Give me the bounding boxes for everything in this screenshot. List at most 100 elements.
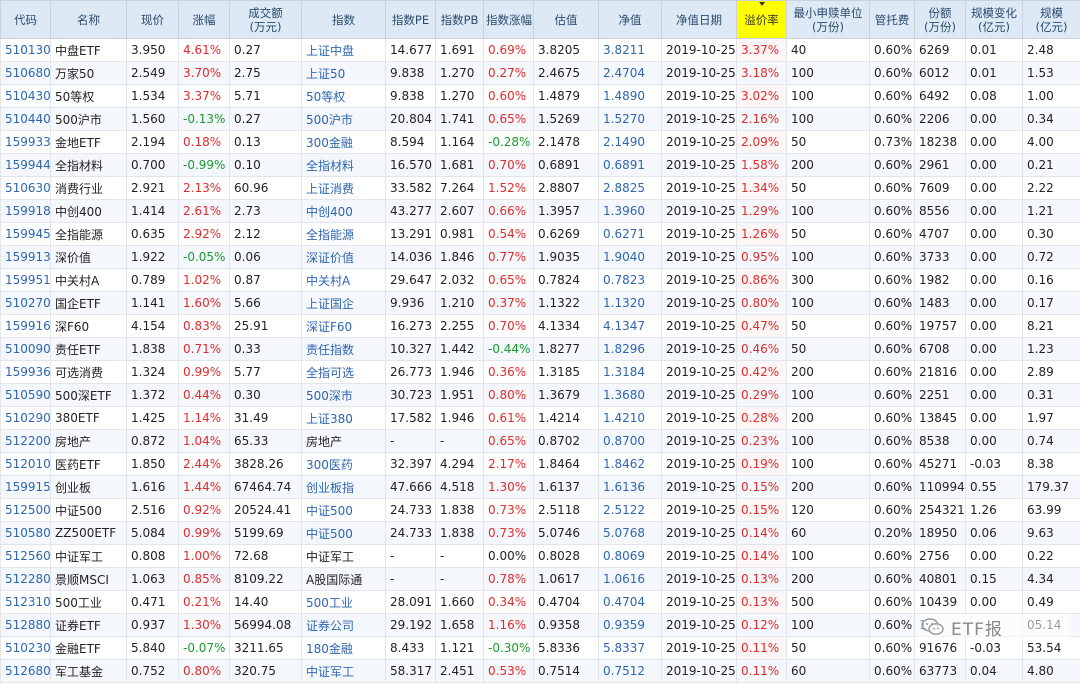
table-row[interactable]: 159918中创4001.4142.61%2.73中创40043.2772.60… <box>1 200 1080 223</box>
cell-code[interactable]: 159918 <box>1 200 51 223</box>
cell-code[interactable]: 159915 <box>1 476 51 499</box>
table-row[interactable]: 510630消费行业2.9212.13%60.96上证消费33.5827.264… <box>1 177 1080 200</box>
cell-code[interactable]: 510440 <box>1 108 51 131</box>
header-index-pe[interactable]: 指数PE <box>386 1 436 39</box>
cell-nav[interactable]: 0.6891 <box>599 154 662 177</box>
cell-index[interactable]: 中证500 <box>302 499 386 522</box>
header-premium[interactable]: 溢价率 <box>737 1 787 39</box>
header-scale-change[interactable]: 规模变化(亿元) <box>966 1 1023 39</box>
cell-code[interactable]: 510130 <box>1 39 51 62</box>
table-row[interactable]: 510590500深ETF1.3720.44%0.30500深市30.7231.… <box>1 384 1080 407</box>
cell-nav[interactable]: 1.8462 <box>599 453 662 476</box>
header-nav[interactable]: 净值 <box>599 1 662 39</box>
cell-index[interactable]: 责任指数 <box>302 338 386 361</box>
table-row[interactable]: 159916深F604.1540.83%25.91深证F6016.2732.25… <box>1 315 1080 338</box>
cell-code[interactable]: 159944 <box>1 154 51 177</box>
header-scale[interactable]: 规模(亿元) <box>1023 1 1080 39</box>
cell-nav[interactable]: 0.7823 <box>599 269 662 292</box>
cell-code[interactable]: 159945 <box>1 223 51 246</box>
table-row[interactable]: 512680军工基金0.7520.80%320.75中证军工58.3172.45… <box>1 660 1080 683</box>
cell-index[interactable]: 全指可选 <box>302 361 386 384</box>
cell-code[interactable]: 512010 <box>1 453 51 476</box>
cell-code[interactable]: 512280 <box>1 568 51 591</box>
cell-code[interactable]: 512680 <box>1 660 51 683</box>
cell-index[interactable]: 500沪市 <box>302 108 386 131</box>
header-code[interactable]: 代码 <box>1 1 51 39</box>
cell-nav[interactable]: 1.8296 <box>599 338 662 361</box>
cell-nav[interactable]: 2.1490 <box>599 131 662 154</box>
cell-nav[interactable]: 0.8700 <box>599 430 662 453</box>
header-name[interactable]: 名称 <box>51 1 127 39</box>
cell-nav[interactable]: 1.6136 <box>599 476 662 499</box>
cell-nav[interactable]: 3.8211 <box>599 39 662 62</box>
cell-code[interactable]: 510590 <box>1 384 51 407</box>
cell-nav[interactable]: 1.4210 <box>599 407 662 430</box>
cell-code[interactable]: 510680 <box>1 62 51 85</box>
cell-nav[interactable]: 5.8337 <box>599 637 662 660</box>
cell-index[interactable]: 上证国企 <box>302 292 386 315</box>
cell-code[interactable]: 510230 <box>1 637 51 660</box>
cell-index[interactable]: 180金融 <box>302 637 386 660</box>
cell-nav[interactable]: 5.0768 <box>599 522 662 545</box>
table-row[interactable]: 159913深价值1.922-0.05%0.06深证价值14.0361.8460… <box>1 246 1080 269</box>
cell-code[interactable]: 159936 <box>1 361 51 384</box>
table-row[interactable]: 512010医药ETF1.8502.44%3828.26300医药32.3974… <box>1 453 1080 476</box>
cell-nav[interactable]: 0.7512 <box>599 660 662 683</box>
header-index-change[interactable]: 指数涨幅 <box>484 1 534 39</box>
table-row[interactable]: 159915创业板1.6161.44%67464.74创业板指47.6664.5… <box>1 476 1080 499</box>
cell-nav[interactable]: 1.3960 <box>599 200 662 223</box>
cell-nav[interactable]: 1.3184 <box>599 361 662 384</box>
header-shares[interactable]: 份额(万份) <box>915 1 966 39</box>
table-row[interactable]: 510130中盘ETF3.9504.61%0.27上证中盘14.6771.691… <box>1 39 1080 62</box>
cell-code[interactable]: 159951 <box>1 269 51 292</box>
cell-index[interactable]: 500深市 <box>302 384 386 407</box>
table-row[interactable]: 510290380ETF1.4251.14%31.49上证38017.5821.… <box>1 407 1080 430</box>
header-nav-date[interactable]: 净值日期 <box>662 1 737 39</box>
table-row[interactable]: 510090责任ETF1.8380.71%0.33责任指数10.3271.442… <box>1 338 1080 361</box>
cell-nav[interactable]: 4.1347 <box>599 315 662 338</box>
cell-code[interactable]: 510430 <box>1 85 51 108</box>
table-row[interactable]: 510270国企ETF1.1411.60%5.66上证国企9.9361.2100… <box>1 292 1080 315</box>
table-row[interactable]: 512500中证5002.5160.92%20524.41中证50024.733… <box>1 499 1080 522</box>
table-row[interactable]: 512560中证军工0.8081.00%72.68中证军工--0.00%0.80… <box>1 545 1080 568</box>
cell-index[interactable]: 中关村A <box>302 269 386 292</box>
cell-nav[interactable]: 0.9359 <box>599 614 662 637</box>
cell-index[interactable]: 深证F60 <box>302 315 386 338</box>
cell-nav[interactable]: 0.8069 <box>599 545 662 568</box>
cell-code[interactable]: 510090 <box>1 338 51 361</box>
cell-code[interactable]: 512500 <box>1 499 51 522</box>
cell-nav[interactable]: 2.4704 <box>599 62 662 85</box>
cell-index[interactable]: A股国际通 <box>302 568 386 591</box>
cell-nav[interactable]: 1.3680 <box>599 384 662 407</box>
cell-index[interactable]: 中证500 <box>302 522 386 545</box>
cell-code[interactable]: 512560 <box>1 545 51 568</box>
cell-nav[interactable]: 0.6271 <box>599 223 662 246</box>
header-index-pb[interactable]: 指数PB <box>436 1 484 39</box>
cell-index[interactable]: 中证军工 <box>302 660 386 683</box>
table-row[interactable]: 159945全指能源0.6352.92%2.12全指能源13.2910.9810… <box>1 223 1080 246</box>
table-row[interactable]: 159944全指材料0.700-0.99%0.10全指材料16.5701.681… <box>1 154 1080 177</box>
cell-nav[interactable]: 2.5122 <box>599 499 662 522</box>
header-price[interactable]: 现价 <box>127 1 179 39</box>
table-row[interactable]: 512200房地产0.8721.04%65.33房地产--0.65%0.8702… <box>1 430 1080 453</box>
cell-code[interactable]: 510580 <box>1 522 51 545</box>
table-row[interactable]: 510580ZZ500ETF5.0840.99%5199.69中证50024.7… <box>1 522 1080 545</box>
table-row[interactable]: 159933金地ETF2.1940.18%0.13300金融8.5941.164… <box>1 131 1080 154</box>
cell-nav[interactable]: 1.5270 <box>599 108 662 131</box>
cell-index[interactable]: 300金融 <box>302 131 386 154</box>
cell-nav[interactable]: 1.1320 <box>599 292 662 315</box>
cell-code[interactable]: 159916 <box>1 315 51 338</box>
cell-code[interactable]: 510290 <box>1 407 51 430</box>
cell-index[interactable]: 上证中盘 <box>302 39 386 62</box>
cell-nav[interactable]: 2.8825 <box>599 177 662 200</box>
table-row[interactable]: 159951中关村A0.7891.02%0.87中关村A29.6472.0320… <box>1 269 1080 292</box>
cell-index[interactable]: 500工业 <box>302 591 386 614</box>
table-row[interactable]: 51043050等权1.5343.37%5.7150等权9.8381.2700.… <box>1 85 1080 108</box>
cell-nav[interactable]: 1.9040 <box>599 246 662 269</box>
table-row[interactable]: 512280景顺MSCI1.0630.85%8109.22A股国际通--0.78… <box>1 568 1080 591</box>
cell-code[interactable]: 159913 <box>1 246 51 269</box>
cell-index[interactable]: 创业板指 <box>302 476 386 499</box>
cell-code[interactable]: 510630 <box>1 177 51 200</box>
cell-index[interactable]: 上证消费 <box>302 177 386 200</box>
cell-index[interactable]: 300医药 <box>302 453 386 476</box>
